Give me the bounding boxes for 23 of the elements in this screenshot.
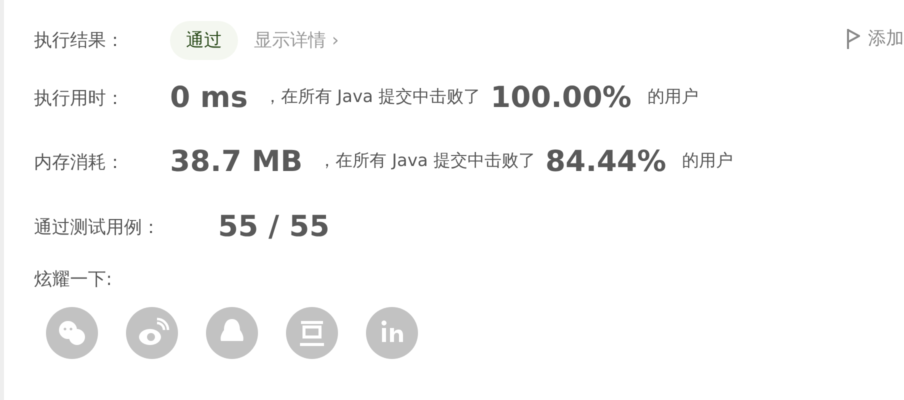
share-button[interactable] — [126, 307, 178, 359]
percent-value: 100.00% — [490, 79, 632, 116]
flag-icon — [846, 28, 860, 50]
stat-suffix: 的用户 — [682, 150, 734, 174]
stat-value: 38.7 MB — [170, 143, 303, 180]
share-button[interactable] — [206, 307, 258, 359]
share-label: 炫耀一下: — [34, 268, 114, 292]
details-link[interactable]: 显示详情 › — [254, 26, 339, 54]
percent-value: 84.44% — [545, 143, 666, 180]
status-badge: 通过 — [170, 20, 238, 60]
result-label: 执行结果： — [34, 28, 125, 52]
stat-label: 执行用时： — [34, 86, 125, 110]
stat-suffix: 的用户 — [647, 86, 698, 110]
add-note-button[interactable]: 添加 — [840, 24, 904, 53]
testcase-label: 通过测试用例： — [34, 216, 161, 240]
testcase-value: 55 / 55 — [218, 208, 330, 246]
share-button[interactable] — [366, 307, 418, 359]
stat-value: 0 ms — [170, 79, 248, 116]
share-button[interactable] — [286, 307, 338, 359]
stat-text: ，在所有 Java 提交中击败了 — [318, 150, 536, 174]
stat-label: 内存消耗： — [34, 150, 125, 174]
share-button[interactable] — [46, 307, 98, 359]
stat-text: ，在所有 Java 提交中击败了 — [264, 86, 480, 110]
